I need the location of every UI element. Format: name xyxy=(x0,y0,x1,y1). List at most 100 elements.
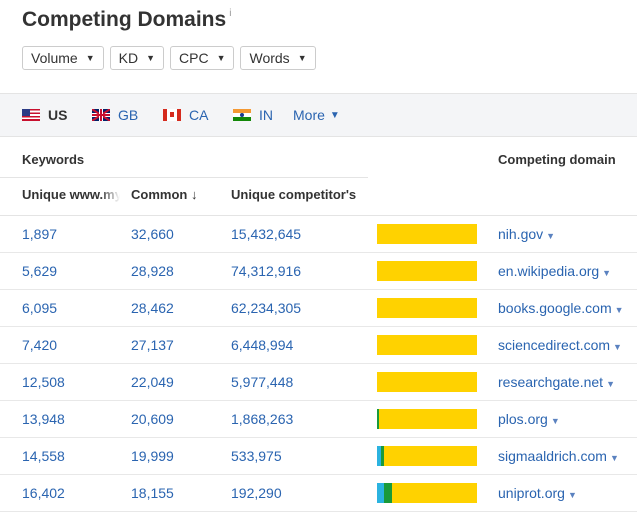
caret-down-icon[interactable]: ▼ xyxy=(610,453,619,463)
unique-mine-value[interactable]: 1,897 xyxy=(22,216,57,252)
common-value[interactable]: 18,155 xyxy=(131,475,174,511)
table-row: 1,897 32,660 15,432,645 nih.gov ▼ xyxy=(0,216,637,253)
words-filter-button[interactable]: Words ▼ xyxy=(240,46,316,70)
country-tab-in[interactable]: IN xyxy=(233,94,273,136)
caret-down-icon[interactable]: ▼ xyxy=(551,416,560,426)
unique-competitor-value[interactable]: 62,234,305 xyxy=(231,290,301,326)
competing-domain-link[interactable]: en.wikipedia.org ▼ xyxy=(498,253,611,289)
common-value[interactable]: 28,928 xyxy=(131,253,174,289)
caret-down-icon: ▼ xyxy=(297,53,307,63)
common-value[interactable]: 20,609 xyxy=(131,401,174,437)
country-tab-gb[interactable]: GB xyxy=(92,94,138,136)
unique-mine-value[interactable]: 14,558 xyxy=(22,438,65,474)
unique-competitor-value[interactable]: 533,975 xyxy=(231,438,282,474)
unique-mine-value[interactable]: 6,095 xyxy=(22,290,57,326)
competing-domain-link[interactable]: nih.gov ▼ xyxy=(498,216,555,252)
competing-domain-header: Competing domain xyxy=(498,152,616,167)
overlap-bar xyxy=(377,335,477,355)
unique-competitor-value[interactable]: 74,312,916 xyxy=(231,253,301,289)
competing-domain-link[interactable]: uniprot.org ▼ xyxy=(498,475,577,511)
common-value[interactable]: 28,462 xyxy=(131,290,174,326)
kd-filter-button[interactable]: KD ▼ xyxy=(109,46,164,70)
domain-name: plos.org xyxy=(498,411,548,427)
gb-flag-icon xyxy=(92,109,110,121)
domain-name: researchgate.net xyxy=(498,374,604,390)
table-row: 16,402 18,155 192,290 uniprot.org ▼ xyxy=(0,475,637,512)
country-tab-ca[interactable]: CA xyxy=(163,94,208,136)
more-label: More xyxy=(293,107,325,123)
domain-name: nih.gov xyxy=(498,226,544,242)
competing-domain-link[interactable]: plos.org ▼ xyxy=(498,401,560,437)
domain-name: uniprot.org xyxy=(498,485,565,501)
volume-filter-label: Volume xyxy=(31,50,78,66)
volume-filter-button[interactable]: Volume ▼ xyxy=(22,46,104,70)
country-code: GB xyxy=(118,107,139,123)
unique-mine-value[interactable]: 13,948 xyxy=(22,401,65,437)
unique-competitor-value[interactable]: 1,868,263 xyxy=(231,401,293,437)
unique-competitor-segment xyxy=(377,372,477,392)
unique-competitor-value[interactable]: 6,448,994 xyxy=(231,327,293,363)
common-column-label: Common xyxy=(131,187,188,202)
country-code: IN xyxy=(259,107,273,123)
domain-name: books.google.com xyxy=(498,300,612,316)
competing-domain-link[interactable]: sigmaaldrich.com ▼ xyxy=(498,438,619,474)
caret-down-icon[interactable]: ▼ xyxy=(613,342,622,352)
country-tab-us[interactable]: US xyxy=(22,94,67,136)
info-icon[interactable]: i xyxy=(229,8,231,19)
caret-down-icon: ▼ xyxy=(216,53,226,63)
caret-down-icon: ▼ xyxy=(85,53,95,63)
table-row: 7,420 27,137 6,448,994 sciencedirect.com ▼ xyxy=(0,327,637,364)
cpc-filter-button[interactable]: CPC ▼ xyxy=(170,46,235,70)
overlap-bar xyxy=(377,224,477,244)
caret-down-icon: ▼ xyxy=(146,53,155,63)
competing-domain-link[interactable]: researchgate.net ▼ xyxy=(498,364,615,400)
overlap-bar xyxy=(377,483,477,503)
common-value[interactable]: 22,049 xyxy=(131,364,174,400)
domain-name: sigmaaldrich.com xyxy=(498,448,607,464)
more-countries-button[interactable]: More ▼ xyxy=(293,94,340,136)
unique-competitor-segment xyxy=(377,298,477,318)
caret-down-icon[interactable]: ▼ xyxy=(546,231,555,241)
table-row: 12,508 22,049 5,977,448 researchgate.net ▼ xyxy=(0,364,637,401)
words-filter-label: Words xyxy=(249,50,290,66)
unique-competitor-value[interactable]: 15,432,645 xyxy=(231,216,301,252)
domain-name: en.wikipedia.org xyxy=(498,263,600,279)
country-code: CA xyxy=(189,107,209,123)
caret-down-icon[interactable]: ▼ xyxy=(568,490,577,500)
unique-competitor-segment xyxy=(392,483,477,503)
unique-competitor-column-header[interactable]: Unique competitor's xyxy=(231,187,356,202)
in-flag-icon xyxy=(233,109,251,121)
ca-flag-icon xyxy=(163,109,181,121)
overlap-bar xyxy=(377,446,477,466)
unique-mine-value[interactable]: 5,629 xyxy=(22,253,57,289)
common-value[interactable]: 27,137 xyxy=(131,327,174,363)
unique-mine-value[interactable]: 7,420 xyxy=(22,327,57,363)
overlap-bar xyxy=(377,409,477,429)
country-code: US xyxy=(48,107,68,123)
unique-mine-value[interactable]: 16,402 xyxy=(22,475,65,511)
caret-down-icon[interactable]: ▼ xyxy=(606,379,615,389)
caret-down-icon[interactable]: ▼ xyxy=(615,305,624,315)
caret-down-icon: ▼ xyxy=(329,109,340,121)
unique-competitor-segment xyxy=(377,335,477,355)
keywords-group-header: Keywords xyxy=(22,152,85,167)
unique-mine-column-header[interactable]: Unique www.my xyxy=(22,187,120,202)
unique-mine-value[interactable]: 12,508 xyxy=(22,364,65,400)
unique-competitor-value[interactable]: 192,290 xyxy=(231,475,282,511)
competing-domain-link[interactable]: books.google.com ▼ xyxy=(498,290,624,326)
common-value[interactable]: 32,660 xyxy=(131,216,174,252)
page-title-text: Competing Domains xyxy=(22,8,227,31)
unique-competitor-value[interactable]: 5,977,448 xyxy=(231,364,293,400)
table-row: 13,948 20,609 1,868,263 plos.org ▼ xyxy=(0,401,637,438)
caret-down-icon[interactable]: ▼ xyxy=(602,268,611,278)
table-row: 6,095 28,462 62,234,305 books.google.com ▼ xyxy=(0,290,637,327)
common-value[interactable]: 19,999 xyxy=(131,438,174,474)
common-column-header[interactable]: Common ↓ xyxy=(131,187,197,202)
us-flag-icon xyxy=(22,109,40,121)
kd-filter-label: KD xyxy=(118,50,139,66)
competing-domain-link[interactable]: sciencedirect.com ▼ xyxy=(498,327,622,363)
filter-bar: Volume ▼ KD ▼ CPC ▼ Words ▼ xyxy=(22,46,316,70)
unique-competitor-segment xyxy=(384,446,477,466)
competitor-table-body: 1,897 32,660 15,432,645 nih.gov ▼ 5,629 28,928… xyxy=(0,216,637,512)
domain-name: sciencedirect.com xyxy=(498,337,611,353)
